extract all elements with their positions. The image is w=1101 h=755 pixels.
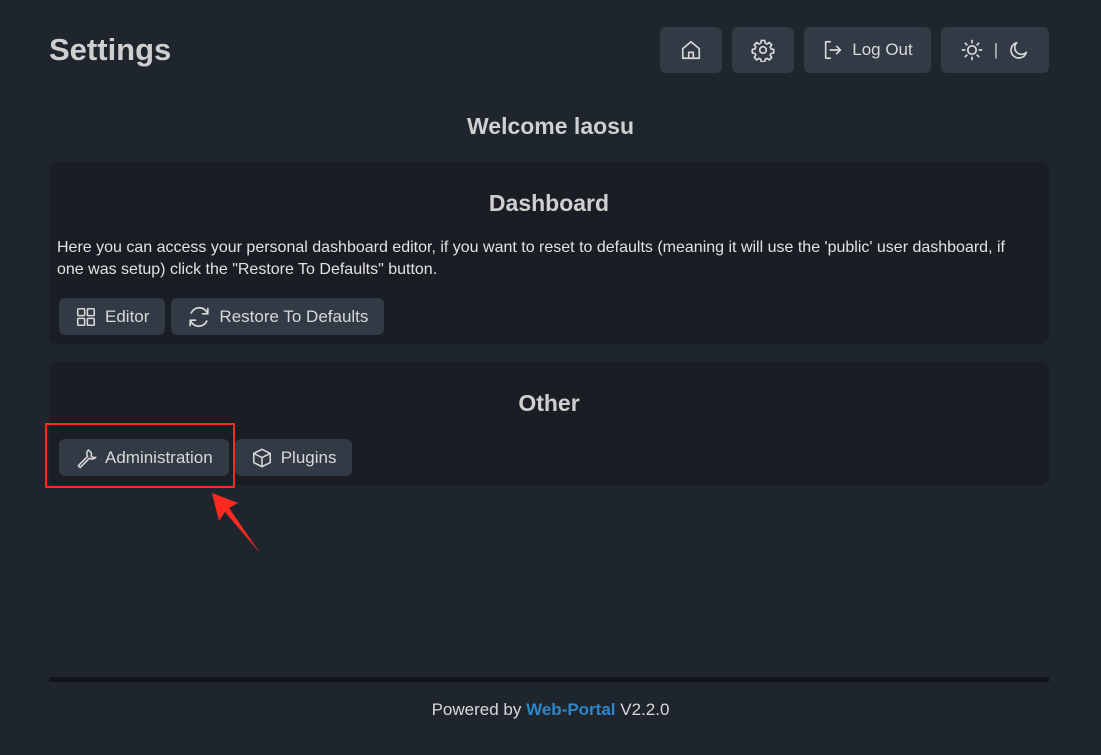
other-card: Other Administration Plugins (49, 361, 1049, 485)
logout-icon (822, 39, 844, 61)
editor-label: Editor (105, 306, 150, 326)
footer: Powered by Web-Portal V2.2.0 (0, 699, 1101, 721)
administration-button[interactable]: Administration (59, 439, 229, 476)
footer-brand-link[interactable]: Web-Portal (526, 700, 615, 719)
other-title: Other (518, 390, 580, 416)
plugins-button[interactable]: Plugins (234, 439, 353, 476)
theme-separator: | (993, 40, 999, 59)
footer-divider (49, 677, 1049, 682)
logout-label: Log Out (852, 40, 913, 59)
footer-version: V2.2.0 (620, 700, 670, 719)
refresh-icon (187, 305, 211, 329)
dashboard-title: Dashboard (488, 190, 610, 216)
administration-label: Administration (105, 447, 213, 467)
settings-page: Settings Log Out | Welcome laosu Dashboa… (0, 0, 1101, 755)
annotation-arrow-icon (212, 493, 260, 553)
welcome-heading: Welcome laosu (466, 113, 635, 139)
other-actions: Administration Plugins (59, 439, 353, 476)
restore-defaults-label: Restore To Defaults (219, 306, 369, 326)
restore-defaults-button[interactable]: Restore To Defaults (171, 298, 385, 335)
editor-button[interactable]: Editor (59, 298, 166, 335)
home-icon (680, 39, 702, 61)
dashboard-description: Here you can access your personal dashbo… (57, 239, 1005, 278)
plugins-label: Plugins (280, 447, 337, 467)
settings-button[interactable] (732, 27, 794, 73)
gear-icon (751, 38, 775, 62)
box-icon (251, 447, 273, 469)
footer-prefix: Powered by (431, 700, 522, 719)
logout-button[interactable]: Log Out (804, 27, 931, 73)
dashboard-actions: Editor Restore To Defaults (59, 298, 385, 335)
grid-icon (75, 306, 97, 328)
wrench-icon (75, 447, 97, 469)
theme-toggle: | (941, 27, 1049, 73)
dashboard-card: Dashboard Here you can access your perso… (49, 161, 1049, 344)
moon-icon[interactable] (1008, 39, 1030, 61)
page-title: Settings (49, 32, 172, 67)
home-button[interactable] (660, 27, 722, 73)
sun-icon[interactable] (960, 38, 984, 62)
top-toolbar: Log Out | (660, 27, 1049, 73)
